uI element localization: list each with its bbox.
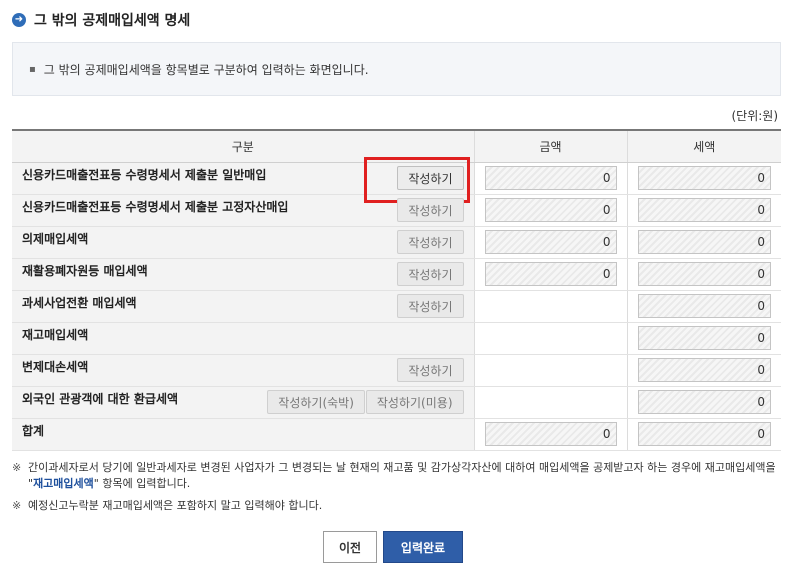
table-row: 재활용폐자원등 매입세액 작성하기 xyxy=(12,258,781,291)
arrow-right-circle-icon: ➜ xyxy=(12,13,26,27)
row-label: 변제대손세액 xyxy=(22,359,89,374)
write-button[interactable]: 작성하기 xyxy=(397,358,464,382)
page-title: 그 밖의 공제매입세액 명세 xyxy=(34,13,191,29)
info-text: 그 밖의 공제매입세액을 항목별로 구분하여 입력하는 화면입니다. xyxy=(43,62,369,77)
note-emphasis: 재고매입세액 xyxy=(33,477,94,490)
write-lodging-button[interactable]: 작성하기(숙박) xyxy=(267,390,365,414)
tax-input[interactable] xyxy=(637,166,771,190)
unit-label: (단위:원) xyxy=(731,109,778,123)
table-row: 과세사업전환 매입세액 작성하기 xyxy=(12,290,781,323)
note-item: ※ 간이과세자로서 당기에 일반과세자로 변경된 사업자가 그 변경되는 날 현… xyxy=(12,460,782,492)
prev-button[interactable]: 이전 xyxy=(323,531,377,563)
write-button[interactable]: 작성하기 xyxy=(397,294,464,318)
row-label: 외국인 관광객에 대한 환급세액 xyxy=(22,391,179,406)
row-label: 과세사업전환 매입세액 xyxy=(22,295,137,310)
tax-input[interactable] xyxy=(637,198,771,222)
notes: ※ 간이과세자로서 당기에 일반과세자로 변경된 사업자가 그 변경되는 날 현… xyxy=(12,460,782,514)
table-row: 신용카드매출전표등 수령명세서 제출분 고정자산매입 작성하기 xyxy=(12,194,781,227)
table-row: 의제매입세액 작성하기 xyxy=(12,226,781,259)
row-label: 신용카드매출전표등 수령명세서 제출분 일반매입 xyxy=(22,167,267,182)
row-label: 의제매입세액 xyxy=(22,231,89,246)
empty-amount-cell xyxy=(474,290,628,323)
note-item: ※ 예정신고누락분 재고매입세액은 포함하지 말고 입력해야 합니다. xyxy=(12,498,782,514)
amount-input[interactable] xyxy=(484,166,617,190)
row-label: 재활용폐자원등 매입세액 xyxy=(22,263,148,278)
total-label: 합계 xyxy=(22,423,45,438)
table-row: 변제대손세액 작성하기 xyxy=(12,354,781,387)
write-beauty-button[interactable]: 작성하기(미용) xyxy=(365,390,464,414)
note-text: 예정신고누락분 재고매입세액은 포함하지 말고 입력해야 합니다. xyxy=(28,499,323,512)
empty-amount-cell xyxy=(474,354,628,387)
footer-actions: 이전 입력완료 xyxy=(0,531,786,563)
tax-input[interactable] xyxy=(637,262,771,286)
submit-button[interactable]: 입력완료 xyxy=(383,531,463,563)
page-header: ➜ 그 밖의 공제매입세액 명세 xyxy=(12,10,190,30)
note-mark: ※ xyxy=(12,461,22,474)
empty-amount-cell xyxy=(474,322,628,355)
table-row: 외국인 관광객에 대한 환급세액 작성하기(숙박) 작성하기(미용) xyxy=(12,386,781,419)
note-text: 간이과세자로서 당기에 일반과세자로 변경된 사업자가 그 변경되는 날 현재의… xyxy=(28,461,776,490)
tax-input[interactable] xyxy=(637,390,771,414)
amount-input[interactable] xyxy=(484,230,617,254)
table-row: 재고매입세액 xyxy=(12,322,781,355)
table-header-row: 구분 금액 세액 xyxy=(12,129,781,163)
total-row: 합계 xyxy=(12,418,781,451)
write-button[interactable]: 작성하기 xyxy=(397,262,464,286)
amount-input[interactable] xyxy=(484,262,617,286)
info-box: ▪ 그 밖의 공제매입세액을 항목별로 구분하여 입력하는 화면입니다. xyxy=(12,42,781,96)
tax-input[interactable] xyxy=(637,294,771,318)
amount-input[interactable] xyxy=(484,198,617,222)
header-tax: 세액 xyxy=(627,129,781,163)
write-button[interactable]: 작성하기 xyxy=(397,230,464,254)
note-mark: ※ xyxy=(12,499,22,512)
total-tax-input[interactable] xyxy=(637,422,771,446)
total-amount-input[interactable] xyxy=(484,422,617,446)
tax-input[interactable] xyxy=(637,326,771,350)
write-button[interactable]: 작성하기 xyxy=(397,198,464,222)
bullet-icon: ▪ xyxy=(29,63,36,75)
table-row: 신용카드매출전표등 수령명세서 제출분 일반매입 작성하기 xyxy=(12,157,781,203)
row-label: 재고매입세액 xyxy=(22,327,89,342)
empty-amount-cell xyxy=(474,386,628,419)
tax-input[interactable] xyxy=(637,230,771,254)
header-category: 구분 xyxy=(12,129,475,163)
row-label: 신용카드매출전표등 수령명세서 제출분 고정자산매입 xyxy=(22,199,289,214)
deduction-table: 구분 금액 세액 신용카드매출전표등 수령명세서 제출분 일반매입 작성하기 0… xyxy=(12,129,781,451)
tax-input[interactable] xyxy=(637,358,771,382)
write-button[interactable]: 작성하기 xyxy=(397,166,464,190)
header-amount: 금액 xyxy=(474,129,628,163)
